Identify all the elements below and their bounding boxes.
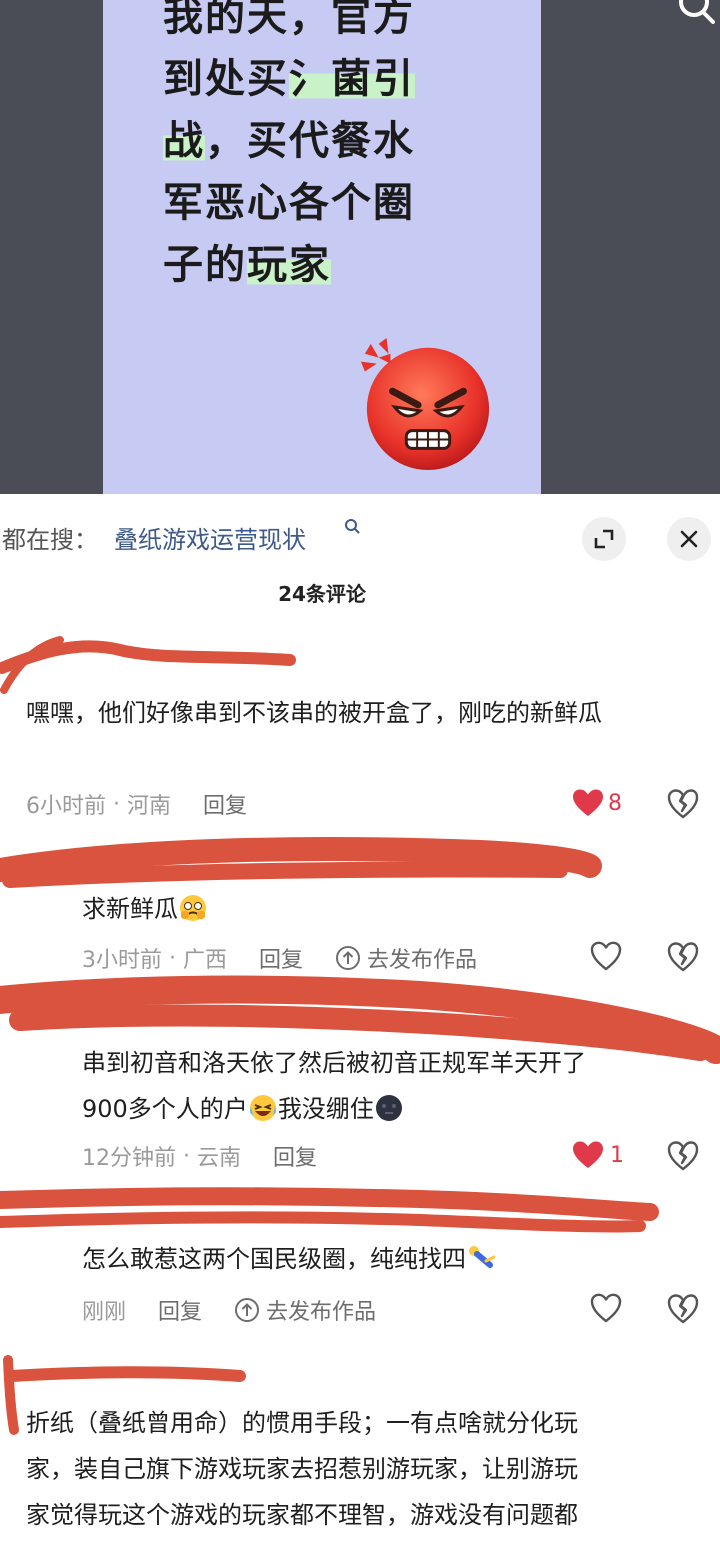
falling-person-emoji-icon [469,1246,496,1268]
comment-location: 河南 [126,794,171,819]
comment-location: 云南 [196,1146,241,1171]
publish-work-button[interactable]: 去发布作品 [234,1294,376,1326]
heart-outline-icon[interactable] [590,941,622,973]
comment-text: 嘿嘿，他们好像串到不该串的被开盒了，刚吃的新鲜瓜 [26,699,602,727]
comment-time: 6小时前 [26,794,106,819]
comment-text: 折纸（叠纸曾用命）的惯用手段；一有点啥就分化玩 家，装自己旗下游戏玩家去招惹别游… [26,1409,578,1529]
trending-search-bar: 都在搜： 叠纸游戏运营现状 [0,494,720,578]
post-line-1: 我的天，官方 [163,0,415,40]
post-line-5: 子的玩家 [163,242,331,288]
reply-button[interactable]: 回复 [273,1140,317,1172]
broken-heart-icon[interactable] [667,788,699,820]
angry-emoji-icon [360,337,490,471]
comment-text: 求新鲜瓜 [82,886,682,932]
reply-button[interactable]: 回复 [203,788,247,820]
heart-icon [573,789,603,816]
comment-text: 串到初音和洛天依了然后被初音正规军羊天开了 900多个人的户 我没绷住 [82,1049,586,1123]
pleading-emoji-icon [180,895,206,921]
comment-time: 刚刚 [82,1300,127,1325]
comment-meta: 刚刚 回复 去发布作品 [82,1294,376,1326]
expand-button[interactable] [582,517,626,561]
post-line-3: 战，买代餐水 [163,118,415,164]
comment-meta: 6小时前 · 河南 回复 [26,788,247,820]
close-icon [680,530,698,548]
heart-outline-icon[interactable] [590,1293,622,1325]
post-card: 我的天，官方 到处买氵菌引 战，买代餐水 军恶心各个圈 子的玩家 [103,0,541,494]
heart-icon [573,1141,603,1168]
comment-meta: 12分钟前 · 云南 回复 [82,1140,317,1172]
small-search-icon[interactable] [344,518,360,536]
publish-icon [336,946,361,970]
trending-search-query[interactable]: 叠纸游戏运营现状 [114,520,306,555]
post-image[interactable]: 我的天，官方 到处买氵菌引 战，买代餐水 军恶心各个圈 子的玩家 [0,0,720,494]
trending-search-prefix: 都在搜： [2,526,98,554]
expand-icon [594,529,614,549]
publish-label: 去发布作品 [266,1300,377,1325]
publish-label: 去发布作品 [367,948,478,973]
dark-moon-emoji-icon [375,1095,402,1121]
post-line-2: 到处买氵菌引 [163,56,415,102]
comment-count: 24条评论 [278,582,366,606]
reply-button[interactable]: 回复 [158,1294,202,1326]
search-icon[interactable] [672,0,720,34]
post-text: 我的天，官方 到处买氵菌引 战，买代餐水 军恶心各个圈 子的玩家 [163,0,463,296]
broken-heart-icon[interactable] [667,1293,699,1325]
comment-location: 广西 [182,948,227,973]
comment-meta: 3小时前 · 广西 回复 去发布作品 [82,942,477,974]
publish-work-button[interactable]: 去发布作品 [335,942,477,974]
like-count: 8 [608,790,622,816]
like-button[interactable]: 1 [572,1140,624,1170]
close-button[interactable] [667,517,711,561]
broken-heart-icon[interactable] [667,1140,699,1172]
laughing-crying-emoji-icon [249,1095,276,1121]
like-button[interactable]: 8 [572,788,622,818]
post-line-4: 军恶心各个圈 [163,180,415,226]
comment-time: 3小时前 [82,948,162,973]
publish-icon [235,1298,260,1322]
comment-time: 12分钟前 [82,1146,176,1171]
reply-button[interactable]: 回复 [259,942,303,974]
comment-text: 怎么敢惹这两个国民级圈，纯纯找四 [82,1236,682,1282]
broken-heart-icon[interactable] [667,941,699,973]
like-count: 1 [610,1142,624,1168]
